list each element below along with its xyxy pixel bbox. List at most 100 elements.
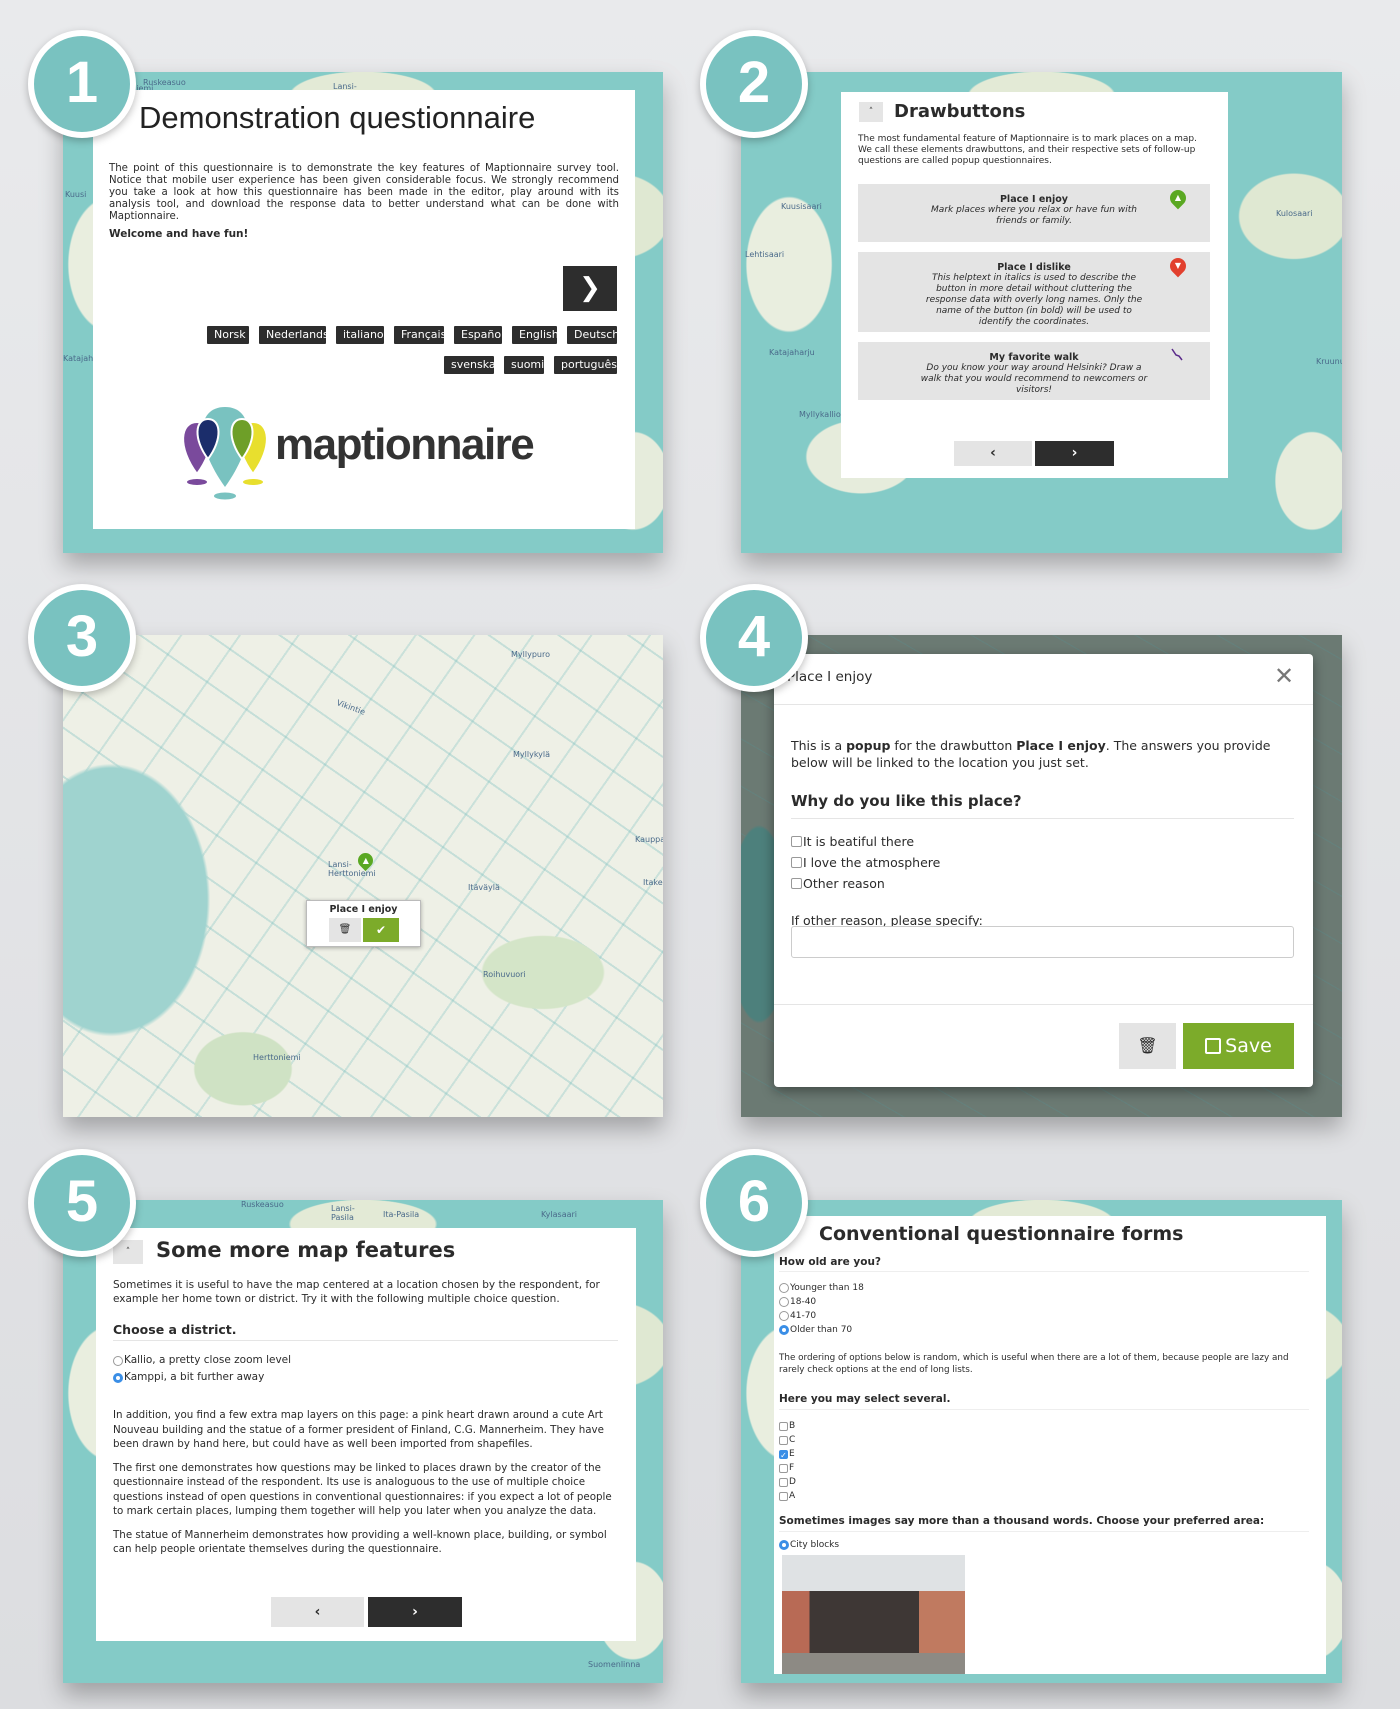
language-button[interactable]: português — [554, 356, 617, 374]
step-badge-6: 6 — [700, 1149, 808, 1257]
drawbutton-place-i-enjoy[interactable]: Place I enjoy Mark places where you relax… — [858, 184, 1210, 242]
radio-group: Kallio, a pretty close zoom level Kamppi,… — [113, 1352, 291, 1386]
text-bold: Place I enjoy — [1016, 738, 1106, 753]
radio-button[interactable] — [113, 1372, 123, 1383]
map-panel-3[interactable]: Myllypuro Vikintie Myllykylä Itäväylä Ro… — [63, 635, 663, 1117]
checkbox-option[interactable]: C — [779, 1433, 796, 1447]
option-label: C — [789, 1435, 796, 1445]
checkbox[interactable]: ✓ — [779, 1449, 788, 1460]
radio-button[interactable] — [779, 1311, 789, 1321]
radio-option[interactable]: Kamppi, a bit further away — [113, 1369, 291, 1386]
logo-pins-icon — [182, 407, 268, 500]
language-button[interactable]: Norsk — [207, 326, 249, 344]
language-button[interactable]: English — [512, 326, 559, 344]
save-button[interactable]: Save — [1183, 1023, 1294, 1069]
city-blocks-image[interactable] — [782, 1555, 965, 1674]
checkbox-option[interactable]: Other reason — [791, 873, 940, 894]
paragraph: The first one demonstrates how questions… — [113, 1461, 612, 1518]
checkbox[interactable] — [779, 1463, 788, 1473]
previous-button[interactable]: ‹ — [271, 1597, 364, 1627]
radio-selected[interactable] — [779, 1540, 789, 1550]
language-button[interactable]: Español — [454, 326, 504, 344]
checkbox[interactable] — [791, 857, 802, 868]
popup-modal: Place I enjoy ✕ This is a popup for the … — [774, 654, 1313, 1087]
checkbox-group: It is beatiful there I love the atmospher… — [791, 831, 940, 894]
next-button[interactable]: ❯ — [563, 266, 617, 311]
close-icon: ✕ — [1274, 662, 1295, 690]
checkbox-option[interactable]: I love the atmosphere — [791, 852, 940, 873]
drawbutton-help: Mark places where you relax or have fun … — [931, 205, 1137, 226]
logo-text: maptionnaire — [275, 420, 535, 469]
confirm-marker-button[interactable]: ✔ — [363, 918, 399, 942]
chevron-up-icon: ˄ — [125, 1247, 131, 1257]
radio-option[interactable]: 41-70 — [779, 1309, 864, 1323]
radio-option[interactable]: Kallio, a pretty close zoom level — [113, 1352, 291, 1369]
trash-icon: 🗑 — [1137, 1036, 1158, 1055]
letters-checkbox-group: B C ✓ E F D A — [779, 1419, 796, 1503]
option-label: Kallio, a pretty close zoom level — [124, 1354, 292, 1366]
divider — [779, 1409, 1309, 1410]
next-button[interactable]: › — [1035, 441, 1114, 466]
radio-button[interactable] — [779, 1325, 789, 1335]
drawbutton-my-favorite-walk[interactable]: My favorite walk Do you know your way aro… — [858, 342, 1210, 400]
language-button[interactable]: Français — [394, 326, 446, 344]
divider — [113, 1340, 618, 1341]
checkbox[interactable] — [791, 836, 802, 847]
delete-button[interactable]: 🗑 — [1119, 1023, 1176, 1069]
checkbox-option[interactable]: F — [779, 1461, 796, 1475]
radio-option[interactable]: Older than 70 — [779, 1323, 864, 1337]
floppy-disk-icon — [1205, 1038, 1222, 1054]
save-label: Save — [1225, 1035, 1272, 1057]
step-badge-5: 5 — [28, 1149, 136, 1257]
option-label: F — [789, 1463, 795, 1473]
drawbutton-place-i-dislike[interactable]: Place I dislike This helptext in italics … — [858, 252, 1210, 332]
checkbox-option[interactable]: A — [779, 1489, 796, 1503]
divider — [779, 1531, 1309, 1532]
radio-button[interactable] — [113, 1355, 123, 1366]
map-label: Lansi-Pasila — [331, 1204, 355, 1222]
placed-marker-icon[interactable]: ▲ — [354, 849, 377, 872]
radio-city-blocks[interactable]: City blocks — [779, 1540, 839, 1550]
language-button[interactable]: italiano — [336, 326, 384, 344]
option-label: Older than 70 — [790, 1325, 853, 1335]
option-label: Kamppi, a bit further away — [124, 1371, 265, 1383]
radio-button[interactable] — [779, 1283, 789, 1293]
next-button[interactable]: › — [368, 1597, 462, 1627]
language-button[interactable]: svenska — [444, 356, 496, 374]
modal-intro: This is a popup for the drawbutton Place… — [791, 737, 1291, 771]
drawbutton-name: Place I dislike — [997, 262, 1071, 273]
delete-marker-button[interactable]: 🗑 — [329, 918, 361, 942]
checkbox[interactable] — [779, 1491, 788, 1501]
radio-option[interactable]: Younger than 18 — [779, 1281, 864, 1295]
paragraph: In addition, you find a few extra map la… — [113, 1409, 604, 1450]
map-label: Myllykallio — [799, 410, 841, 419]
option-label: City blocks — [790, 1540, 840, 1550]
intro-text: The point of this questionnaire is to de… — [109, 163, 619, 222]
chevron-right-icon: ❯ — [579, 273, 601, 303]
checkbox[interactable] — [779, 1435, 788, 1445]
close-button[interactable]: ✕ — [1274, 662, 1294, 690]
checkbox-option[interactable]: It is beatiful there — [791, 831, 940, 852]
radio-option[interactable]: 18-40 — [779, 1295, 864, 1309]
language-button[interactable]: Deutsch — [567, 326, 619, 344]
checkbox[interactable] — [779, 1477, 788, 1487]
language-button[interactable]: suomi — [504, 356, 544, 374]
checkbox-option[interactable]: D — [779, 1475, 796, 1489]
language-button[interactable]: Nederlands — [259, 326, 329, 344]
trash-icon: 🗑 — [338, 924, 352, 935]
map-label: Kylasaari — [541, 1210, 578, 1219]
other-reason-input[interactable] — [791, 926, 1294, 958]
question-title: How old are you? — [779, 1256, 882, 1268]
checkbox[interactable] — [779, 1421, 788, 1431]
checkbox-option[interactable]: ✓ E — [779, 1447, 796, 1461]
divider — [774, 1004, 1313, 1005]
section-intro: The most fundamental feature of Maptionn… — [858, 134, 1197, 166]
radio-button[interactable] — [779, 1297, 789, 1307]
collapse-button[interactable]: ˄ — [859, 102, 883, 122]
previous-button[interactable]: ‹ — [954, 441, 1032, 466]
checkbox[interactable] — [791, 878, 802, 889]
checkbox-option[interactable]: B — [779, 1419, 796, 1433]
map-label: Vikintie — [335, 698, 367, 717]
option-label: It is beatiful there — [803, 834, 915, 849]
map-label: Myllykylä — [513, 750, 551, 759]
